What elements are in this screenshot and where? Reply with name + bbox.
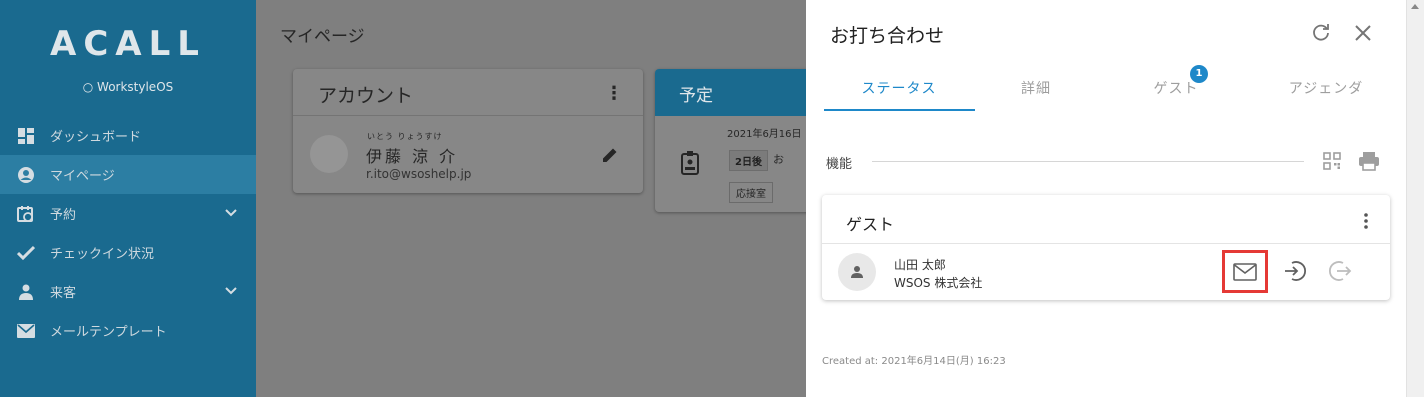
guest-avatar [838,253,876,291]
person-icon [851,266,863,278]
scroll-up-arrow-icon[interactable] [1411,4,1419,9]
sidebar: ACALL ○ WorkstyleOS ダッシュボード マイページ 予約 チェッ… [0,0,256,397]
qr-code-icon[interactable] [1322,151,1342,171]
sidebar-item-label: マイページ [50,169,115,184]
account-card-title: アカウント [318,85,414,107]
schedule-type: お [773,153,784,166]
tab-guest[interactable]: ゲスト [1101,64,1251,112]
created-at: Created at: 2021年6月14日(月) 16:23 [822,356,1006,367]
check-in-icon[interactable] [1282,258,1308,284]
tab-status[interactable]: ステータス [824,64,974,112]
sidebar-item-reservation[interactable]: 予約 [0,194,256,233]
scrollbar[interactable] [1406,0,1424,397]
panel-title: お打ち合わせ [830,25,945,47]
avatar [310,135,348,173]
divider [822,243,1390,244]
divider [872,161,1304,162]
room-chip: 応接室 [729,182,773,203]
more-vert-icon[interactable]: ⋮ [605,83,623,104]
sidebar-item-label: 予約 [50,208,77,223]
schedule-card[interactable]: 予定 2021年6月16日 2日後 お 応接室 [655,69,815,212]
refresh-icon[interactable] [1309,21,1333,45]
account-card: アカウント ⋮ いとう りょうすけ 伊藤 涼 介 r.ito@wsoshelp.… [293,69,643,193]
id-badge-icon [681,151,699,175]
sidebar-nav: ダッシュボード マイページ 予約 チェックイン状況 来客 メールテンプレート [0,116,256,350]
sidebar-item-label: メールテンプレート [50,325,167,340]
account-email: r.ito@wsoshelp.jp [366,167,472,181]
chevron-down-icon[interactable] [224,206,238,220]
check-icon [16,243,36,263]
page-title: マイページ [280,27,365,47]
more-vert-icon[interactable] [1354,209,1378,233]
days-until-badge: 2日後 [729,150,768,171]
sidebar-item-dashboard[interactable]: ダッシュボード [0,116,256,155]
send-mail-button[interactable] [1222,250,1268,293]
visitor-icon [16,282,36,302]
sidebar-item-mypage[interactable]: マイページ [0,155,256,194]
tab-bar: ステータス 詳細 ゲスト アジェンダ [806,64,1406,112]
sidebar-item-label: ダッシュボード [50,130,142,145]
guest-company: WSOS 株式会社 [894,276,983,290]
account-name: 伊藤 涼 介 [366,147,459,166]
print-icon[interactable] [1358,151,1380,171]
logo-sub-text: WorkstyleOS [97,80,174,94]
dashboard-icon [16,126,36,146]
sidebar-item-label: チェックイン状況 [50,247,155,262]
tab-details[interactable]: 詳細 [961,64,1111,112]
sidebar-item-mail-template[interactable]: メールテンプレート [0,311,256,350]
guest-count-badge: 1 [1190,65,1208,83]
section-label-features: 機能 [826,157,853,172]
tab-agenda[interactable]: アジェンダ [1251,64,1401,112]
sidebar-item-checkin-status[interactable]: チェックイン状況 [0,233,256,272]
chevron-down-icon[interactable] [224,284,238,298]
meeting-detail-panel: お打ち合わせ ステータス 詳細 ゲスト アジェンダ 1 機能 ゲスト 山田 太郎… [806,0,1406,397]
schedule-date: 2021年6月16日 [727,129,802,140]
schedule-card-title: 予定 [655,69,815,116]
pencil-icon[interactable] [601,146,619,164]
mail-icon [16,321,36,341]
mail-outline-icon [1233,262,1257,281]
acall-logo: ACALL [50,24,206,64]
sidebar-item-label: 来客 [50,286,77,301]
calendar-clock-icon [16,204,36,224]
guest-card: ゲスト 山田 太郎 WSOS 株式会社 [822,195,1390,300]
name-furigana: いとう りょうすけ [367,132,443,141]
workstyleos-logo: ○ WorkstyleOS [0,80,256,94]
guest-name: 山田 太郎 [894,258,946,272]
account-circle-icon [16,165,36,185]
close-icon[interactable] [1351,21,1375,45]
sidebar-item-visitor[interactable]: 来客 [0,272,256,311]
tab-active-indicator [824,109,975,111]
divider [293,115,643,116]
workstyleos-mark-icon: ○ [82,80,98,94]
check-out-icon[interactable] [1327,258,1353,284]
guest-card-title: ゲスト [846,215,895,234]
